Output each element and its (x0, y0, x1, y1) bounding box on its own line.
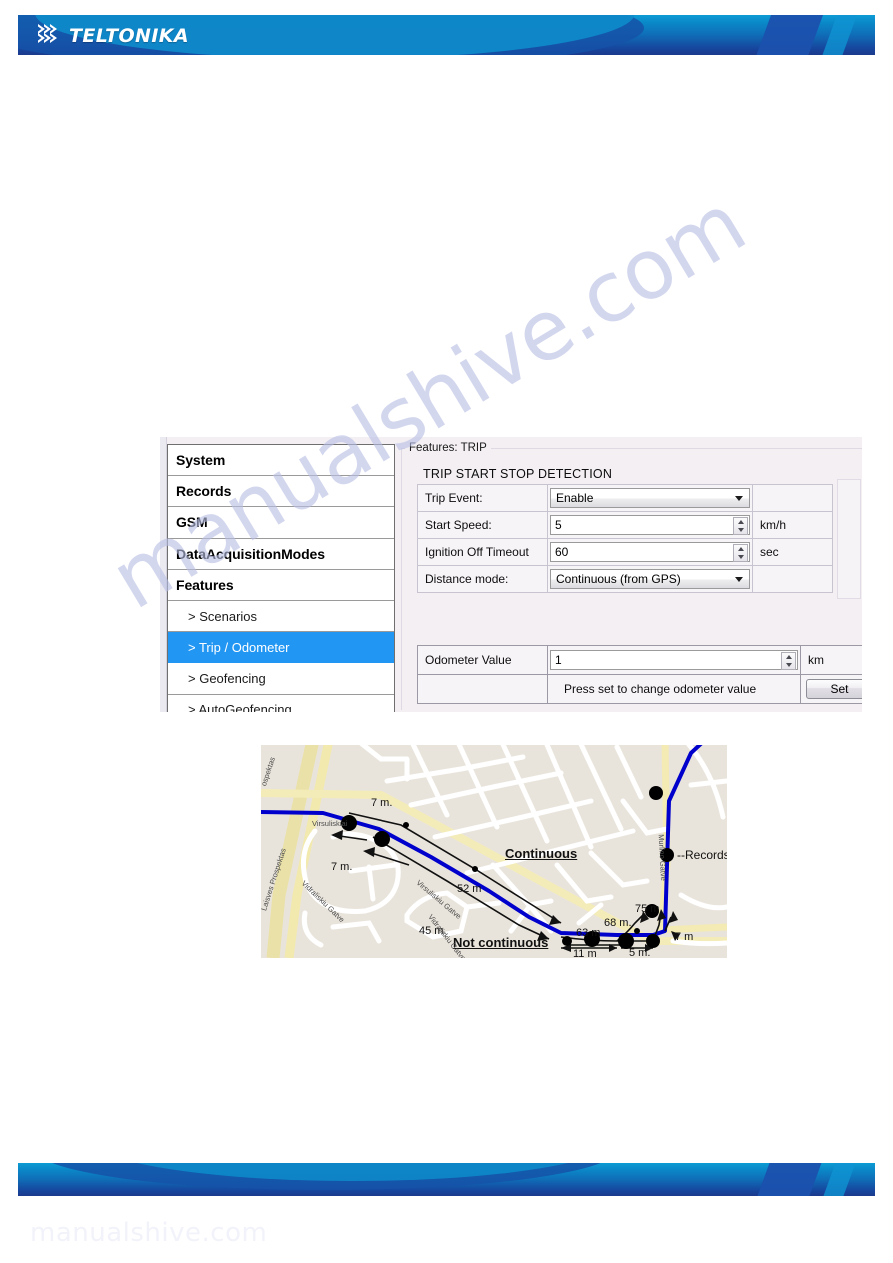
map-legend-records: --Records (677, 848, 727, 862)
start-speed-unit: km/h (752, 511, 833, 539)
odometer-unit: km (800, 645, 862, 675)
table-row: Press set to change odometer value Set (417, 674, 862, 704)
sidebar-item-label: GSM (176, 514, 208, 531)
trip-section-title: TRIP START STOP DETECTION (423, 467, 613, 481)
stepper-down-icon[interactable] (737, 528, 744, 532)
distance-mode-cell: Continuous (from GPS) (547, 565, 753, 593)
sidebar-item-label: > Trip / Odometer (188, 639, 290, 655)
sidebar-item-gsm[interactable]: GSM (168, 507, 394, 539)
map-label-not-continuous: Not continuous (453, 935, 549, 950)
chevron-down-icon[interactable] (735, 577, 743, 582)
stepper-up-icon[interactable] (737, 547, 744, 551)
odometer-table: Odometer Value 1 km Press set to change … (417, 645, 862, 704)
sidebar-item-label: > AutoGeofencing (188, 702, 292, 712)
distance-label: 52 m (457, 883, 482, 895)
ignition-off-timeout-label: Ignition Off Timeout (417, 538, 548, 566)
distance-label: 5 m. (629, 947, 651, 958)
trip-event-value: Enable (556, 491, 594, 505)
sidebar-item-dataacquisitionmodes[interactable]: DataAcquisitionModes (168, 539, 394, 570)
sidebar-item-label: System (176, 452, 226, 469)
sidebar-item-label: DataAcquisitionModes (176, 545, 325, 562)
features-pane: Features: TRIP TRIP START STOP DETECTION… (401, 437, 862, 712)
trip-event-label: Trip Event: (417, 484, 548, 512)
table-row: Odometer Value 1 km (417, 645, 862, 675)
configurator-nav-tree[interactable]: System Records GSM DataAcquisitionModes … (167, 444, 395, 712)
side-panel-sliver (837, 479, 861, 599)
sidebar-item-features[interactable]: Features (168, 570, 394, 601)
table-row: Start Speed: 5 km/h (417, 511, 833, 539)
sidebar-item-label: Features (176, 576, 234, 593)
stepper-up-icon[interactable] (737, 520, 744, 524)
stepper-down-icon[interactable] (785, 663, 792, 667)
distance-label: 7 m. (331, 861, 353, 873)
distance-label: 63 m (576, 927, 601, 939)
distance-label: 68 m. (604, 917, 632, 929)
features-group-label: Features: TRIP (405, 442, 491, 454)
odometer-value-text: 1 (555, 653, 562, 667)
street-label: Virsuliskiai (312, 819, 348, 828)
ignition-off-timeout-cell: 60 (547, 538, 753, 566)
sidebar-item-label: > Scenarios (188, 608, 258, 624)
map-label-continuous: Continuous (505, 846, 578, 861)
configurator-screenshot: System Records GSM DataAcquisitionModes … (160, 437, 862, 712)
brand-name: TELTONIKA (69, 25, 190, 47)
odometer-value-label: Odometer Value (417, 645, 548, 675)
ignition-off-timeout-unit: sec (752, 538, 833, 566)
table-row: Trip Event: Enable (417, 484, 833, 512)
distance-label: 11 m (573, 948, 597, 958)
sidebar-item-records[interactable]: Records (168, 476, 394, 508)
odometer-value-cell: 1 (547, 645, 801, 675)
ignition-off-timeout-value: 60 (555, 545, 569, 559)
odometer-value-input[interactable]: 1 (550, 650, 798, 670)
trip-event-dropdown[interactable]: Enable (550, 488, 750, 508)
ignition-off-timeout-input[interactable]: 60 (550, 542, 750, 562)
distance-label: 7 m. (371, 797, 393, 809)
distance-mode-label: Distance mode: (417, 565, 548, 593)
start-speed-stepper[interactable] (733, 517, 748, 535)
odometer-stepper[interactable] (781, 652, 796, 670)
footer-watermark: manualshive.com (30, 1218, 268, 1248)
distance-label: 75 m (635, 903, 660, 915)
odometer-empty-cell (417, 674, 548, 704)
teltonika-chevrons-logo-icon (36, 22, 66, 51)
sidebar-item-label: Records (176, 483, 232, 500)
start-speed-value: 5 (555, 518, 562, 532)
trip-map-screenshot: 7 m. 7 m. 52 m 45 m. 63 m 68 m. 75 m 7 m… (261, 745, 727, 958)
trip-settings-table: Trip Event: Enable Start Speed: 5 km/h I… (417, 484, 833, 593)
odometer-hint: Press set to change odometer value (547, 674, 801, 704)
distance-label: 7 m (675, 931, 694, 943)
sidebar-item-system[interactable]: System (168, 445, 394, 477)
start-speed-cell: 5 (547, 511, 753, 539)
chevron-down-icon[interactable] (735, 496, 743, 501)
distance-mode-unit (752, 565, 833, 593)
sidebar-item-scenarios[interactable]: > Scenarios (168, 601, 394, 633)
sidebar-item-trip-odometer[interactable]: > Trip / Odometer (168, 632, 394, 664)
sidebar-item-geofencing[interactable]: > Geofencing (168, 663, 394, 695)
odometer-set-cell: Set (800, 674, 862, 704)
sidebar-item-autogeofencing[interactable]: > AutoGeofencing (168, 695, 394, 712)
stepper-down-icon[interactable] (737, 555, 744, 559)
table-row: Distance mode: Continuous (from GPS) (417, 565, 833, 593)
configurator-left-strip (160, 437, 167, 712)
teltonika-logo: TELTONIKA (36, 22, 189, 51)
start-speed-label: Start Speed: (417, 511, 548, 539)
set-button[interactable]: Set (805, 679, 862, 699)
table-row: Ignition Off Timeout 60 sec (417, 538, 833, 566)
trip-event-unit (752, 484, 833, 512)
distance-mode-dropdown[interactable]: Continuous (from GPS) (550, 569, 750, 589)
footer-banner (18, 1163, 875, 1196)
start-speed-input[interactable]: 5 (550, 515, 750, 535)
distance-mode-value: Continuous (from GPS) (556, 572, 681, 586)
stepper-up-icon[interactable] (785, 655, 792, 659)
sidebar-item-label: > Geofencing (188, 670, 266, 686)
trip-event-cell: Enable (547, 484, 753, 512)
ignition-off-timeout-stepper[interactable] (733, 544, 748, 562)
